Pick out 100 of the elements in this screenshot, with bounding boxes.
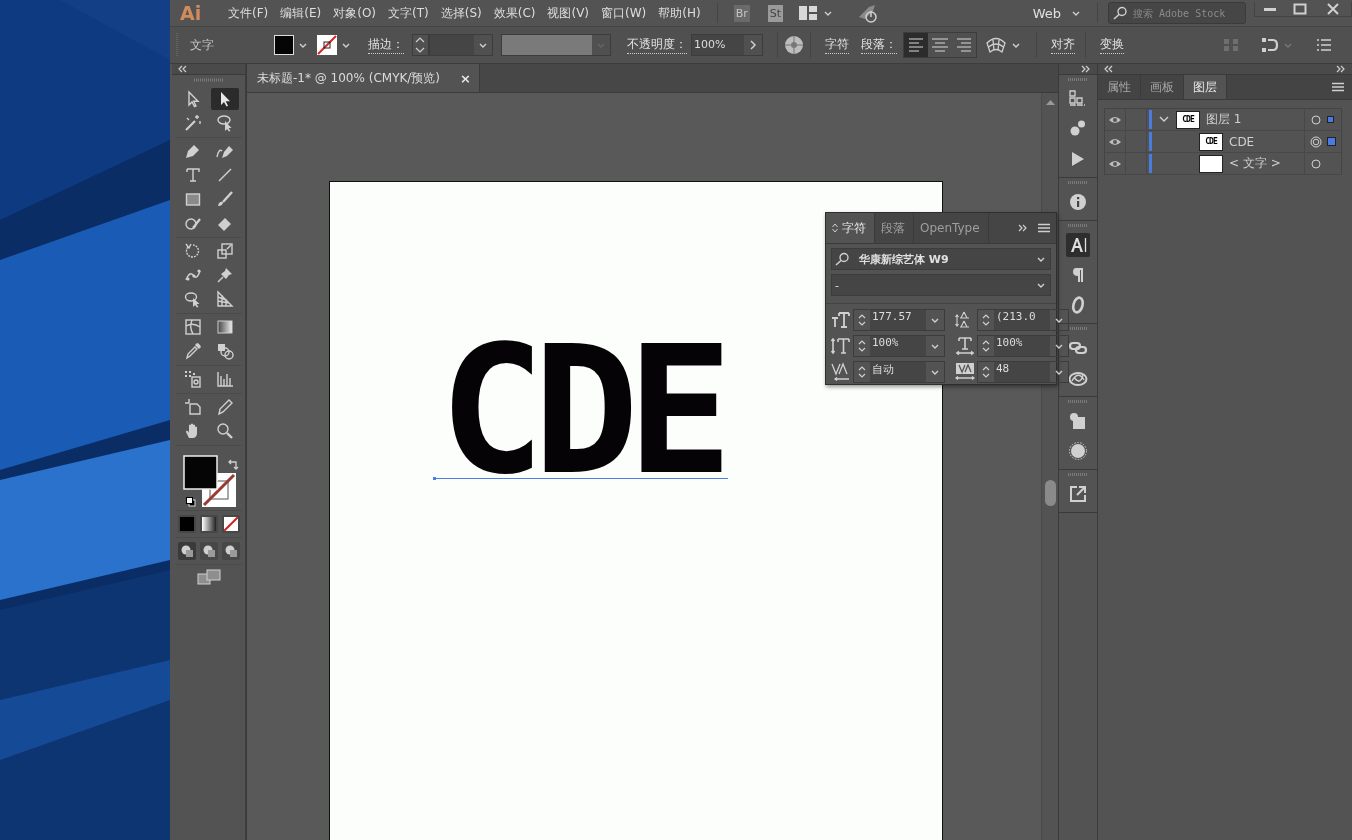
grip-icon bbox=[1068, 473, 1088, 476]
draw-mode-icon bbox=[179, 544, 194, 558]
color-mode-button[interactable] bbox=[177, 515, 196, 533]
layer-thumbnail: CDE bbox=[1199, 132, 1223, 151]
warp-arc-icon bbox=[985, 36, 1007, 54]
draw-normal-button[interactable] bbox=[177, 542, 196, 560]
snap-magnet-icon bbox=[1261, 37, 1279, 53]
recolor-wheel-icon[interactable] bbox=[784, 35, 804, 55]
default-colors-icon[interactable] bbox=[185, 497, 196, 507]
gradient-icon bbox=[215, 318, 234, 336]
menu-item[interactable]: 编辑(E) bbox=[280, 4, 322, 22]
scroll-thumb[interactable] bbox=[1045, 480, 1056, 506]
menu-item[interactable]: 对象(O) bbox=[333, 4, 377, 22]
align-left-button[interactable] bbox=[904, 33, 928, 57]
lasso-pointer-icon bbox=[215, 114, 234, 132]
export-arrow-icon bbox=[1068, 484, 1088, 504]
panel-tab[interactable]: 属性 bbox=[1098, 75, 1141, 99]
document-tab[interactable]: 未标题-1* @ 100% (CMYK/预览) × bbox=[247, 64, 480, 92]
menu-item[interactable]: 视图(V) bbox=[547, 4, 590, 22]
workspace-switcher[interactable]: Web bbox=[1032, 5, 1081, 21]
align-link[interactable]: 对齐 bbox=[1051, 36, 1075, 54]
eye-icon[interactable] bbox=[1108, 136, 1122, 147]
rocket-power-icon[interactable] bbox=[857, 3, 880, 23]
tracking-icon bbox=[955, 362, 975, 382]
tool-button[interactable] bbox=[210, 88, 239, 110]
number-field[interactable]: (213.0 bbox=[977, 309, 1069, 331]
eye-icon[interactable] bbox=[1108, 158, 1122, 169]
arrange-documents-button[interactable] bbox=[799, 6, 834, 20]
grip-icon bbox=[1068, 224, 1088, 227]
info-icon bbox=[1068, 192, 1088, 212]
selection-square[interactable] bbox=[1327, 137, 1336, 146]
bar-chart-icon bbox=[215, 370, 234, 388]
target-double-circle-icon[interactable] bbox=[1310, 135, 1322, 148]
rectangle-icon bbox=[183, 190, 202, 208]
eye-icon[interactable] bbox=[1108, 114, 1122, 125]
font-style-field[interactable]: - bbox=[831, 274, 1051, 296]
number-field[interactable]: 100% bbox=[977, 335, 1069, 357]
panel-button[interactable] bbox=[1066, 439, 1090, 463]
scale-boxes-icon bbox=[215, 242, 234, 260]
gradient-mode-button[interactable] bbox=[199, 515, 218, 533]
panel-tab[interactable]: 字符 bbox=[826, 213, 875, 243]
mesh-icon bbox=[183, 318, 202, 336]
panel-tab[interactable]: 图层 bbox=[1184, 75, 1227, 99]
none-mode-button[interactable] bbox=[221, 515, 240, 533]
layer-thumbnail bbox=[1199, 154, 1223, 173]
fill-swatch bbox=[274, 35, 294, 55]
type-tool-icon bbox=[183, 166, 202, 184]
paragraph-link[interactable]: 段落： bbox=[861, 36, 897, 54]
fill-stroke-drawing[interactable] bbox=[182, 455, 237, 509]
close-tab-button[interactable]: × bbox=[460, 70, 471, 86]
panel-tab[interactable]: 段落 bbox=[875, 213, 914, 243]
draw-behind-button[interactable] bbox=[199, 542, 218, 560]
collapse-icon[interactable] bbox=[178, 65, 188, 73]
panel-button[interactable] bbox=[1066, 233, 1090, 257]
pen-nib-icon bbox=[183, 142, 202, 160]
number-field[interactable]: 自动 bbox=[853, 361, 945, 383]
dotted-circle-icon bbox=[1068, 441, 1088, 461]
target-circle-icon[interactable] bbox=[1310, 157, 1322, 170]
collapse-icon[interactable] bbox=[1104, 65, 1114, 73]
expand-icon[interactable] bbox=[1018, 224, 1028, 232]
swap-arrows-icon[interactable] bbox=[226, 459, 239, 471]
menu-item[interactable]: 效果(C) bbox=[493, 4, 536, 22]
search-field[interactable]: 搜索 Adobe Stock bbox=[1108, 2, 1246, 24]
menu-item[interactable]: 选择(S) bbox=[440, 4, 482, 22]
spinner-icon[interactable] bbox=[412, 34, 429, 56]
number-field[interactable]: 48 bbox=[977, 361, 1069, 383]
layer-name[interactable]: 图层 1 bbox=[1206, 111, 1304, 128]
font-family-field[interactable]: 华康新综艺体 W9 bbox=[831, 248, 1051, 270]
opacity-field[interactable]: 100% bbox=[691, 34, 763, 56]
menu-item[interactable]: 帮助(H) bbox=[658, 4, 701, 22]
stroke-weight-field[interactable] bbox=[429, 34, 493, 56]
rotate-arrow-icon bbox=[183, 242, 202, 260]
no-stroke-swatch bbox=[317, 35, 337, 55]
menu-item[interactable]: 文字(T) bbox=[388, 4, 429, 22]
panel-menu-icon[interactable] bbox=[1038, 223, 1050, 233]
character-link[interactable]: 字符 bbox=[825, 36, 849, 54]
target-circle-icon[interactable] bbox=[1310, 113, 1322, 126]
stock-button[interactable]: St bbox=[767, 4, 784, 22]
layer-color-bar bbox=[1149, 132, 1152, 151]
chevron-down-icon[interactable] bbox=[1159, 115, 1169, 124]
draw-inside-button[interactable] bbox=[221, 542, 240, 560]
stroke-link[interactable]: 描边： bbox=[368, 36, 404, 54]
screen-mode-icon[interactable] bbox=[196, 569, 221, 585]
magic-wand-icon bbox=[183, 114, 202, 132]
panel-tab[interactable]: OpenType bbox=[914, 213, 989, 243]
menu-item[interactable]: 文件(F) bbox=[228, 4, 269, 22]
panel-menu-icon[interactable] bbox=[1332, 82, 1344, 92]
number-field[interactable]: 100% bbox=[853, 335, 945, 357]
opacity-link[interactable]: 不透明度： bbox=[627, 36, 687, 54]
menu-item[interactable]: 窗口(W) bbox=[601, 4, 647, 22]
spray-can-icon bbox=[183, 370, 202, 388]
list-menu-icon[interactable] bbox=[1316, 38, 1332, 52]
expand-icon[interactable] bbox=[1336, 65, 1346, 73]
number-field[interactable]: 177.57 bbox=[853, 309, 945, 331]
selection-square[interactable] bbox=[1327, 116, 1334, 123]
expand-icon[interactable] bbox=[1081, 65, 1091, 73]
spinner-icon bbox=[857, 313, 867, 327]
layer-name[interactable]: < 文字 > bbox=[1229, 155, 1304, 172]
transform-link[interactable]: 变换 bbox=[1100, 36, 1124, 54]
layer-name[interactable]: CDE bbox=[1229, 134, 1304, 149]
